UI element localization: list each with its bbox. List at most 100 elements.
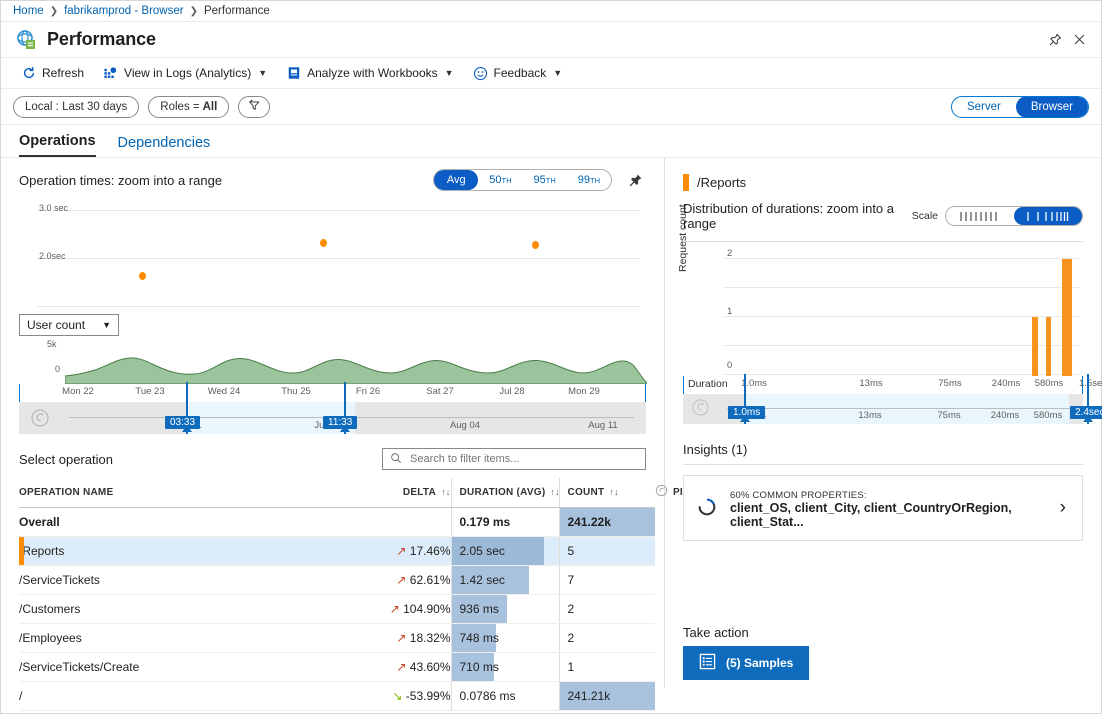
- histogram-bar[interactable]: [1046, 317, 1051, 376]
- cell-duration: 710 ms: [451, 653, 559, 682]
- table-row[interactable]: / ↘ -53.99% 0.0786 ms 241.21k: [19, 682, 655, 711]
- scale-option-linear[interactable]: [946, 207, 1014, 225]
- samples-button[interactable]: (5) Samples: [683, 646, 809, 680]
- delta-up-icon: ↗: [396, 573, 406, 587]
- gridline: [723, 258, 1079, 259]
- tab-dependencies[interactable]: Dependencies: [118, 135, 211, 157]
- time-range-handle-right[interactable]: 11:33: [344, 382, 346, 434]
- table-header-row: OPERATION NAME DELTA↑↓ DURATION (AVG)↑↓ …: [19, 478, 655, 508]
- cell-duration-value: 0.0786 ms: [452, 689, 516, 703]
- percentile-option-50th[interactable]: 50TH: [478, 170, 522, 190]
- column-delta[interactable]: DELTA ↑↓: [349, 478, 451, 508]
- percentile-option-99th[interactable]: 99TH: [567, 170, 611, 190]
- scatter-point[interactable]: [532, 241, 539, 249]
- left-panel: Operation times: zoom into a range Avg 5…: [1, 158, 665, 688]
- duration-handle-left[interactable]: 1.0ms: [744, 374, 746, 424]
- time-range-pill[interactable]: Local : Last 30 days: [13, 96, 139, 118]
- time-range-handle-left[interactable]: 03:33: [186, 382, 188, 434]
- content-split: Operation times: zoom into a range Avg 5…: [1, 158, 1101, 688]
- table-row[interactable]: /Reports ↗ 17.46% 2.05 sec 5: [19, 537, 655, 566]
- operation-times-title: Operation times: zoom into a range: [19, 173, 222, 188]
- cell-count-value: 2: [560, 602, 575, 616]
- percentile-option-avg[interactable]: Avg: [434, 170, 478, 190]
- refresh-button[interactable]: Refresh: [13, 60, 92, 86]
- scatter-point[interactable]: [320, 239, 327, 247]
- close-icon[interactable]: [1067, 28, 1091, 52]
- cell-count-value: 1: [560, 660, 575, 674]
- performance-icon: [15, 29, 37, 51]
- add-filter-button[interactable]: [238, 96, 270, 118]
- p95-suffix: TH: [546, 176, 556, 185]
- duration-handle-right[interactable]: 2.4sec: [1087, 374, 1089, 424]
- column-delta-label: DELTA: [403, 487, 436, 498]
- reset-time-icon[interactable]: [31, 409, 49, 427]
- time-range-slider[interactable]: Jul 21 Jul 28 Aug 04 Aug 11 03:33 11:33: [19, 402, 646, 434]
- scale-option-log[interactable]: [1014, 207, 1082, 225]
- delta-up-icon: ↗: [390, 602, 400, 616]
- view-in-logs-button[interactable]: View in Logs (Analytics) ▼: [95, 60, 275, 86]
- cell-delta: ↗ 18.32%: [349, 624, 451, 653]
- select-operation-header: Select operation: [1, 434, 664, 478]
- cell-count: 1: [559, 653, 655, 682]
- scatter-point[interactable]: [139, 272, 146, 280]
- pin-icon[interactable]: [1043, 28, 1067, 52]
- percentile-option-95th[interactable]: 95TH: [523, 170, 567, 190]
- pin-chart-icon[interactable]: [624, 169, 646, 191]
- time-axis: Mon 22 Tue 23 Wed 24 Thu 25 Fri 26 Sat 2…: [19, 384, 646, 402]
- table-row[interactable]: /Employees ↗ 18.32% 748 ms 2: [19, 624, 655, 653]
- metric-select[interactable]: User count ▼: [19, 314, 119, 336]
- breadcrumb: Home ❯ fabrikamprod - Browser ❯ Performa…: [1, 1, 1101, 22]
- operation-times-scatter-chart[interactable]: 3.0 sec 2.0sec: [19, 202, 646, 314]
- time-handle-left-label: 03:33: [165, 416, 200, 429]
- scope-option-server[interactable]: Server: [952, 96, 1016, 118]
- analyze-with-workbooks-button[interactable]: Analyze with Workbooks ▼: [278, 60, 461, 86]
- column-operation-name[interactable]: OPERATION NAME: [19, 478, 349, 508]
- reset-duration-icon[interactable]: [692, 399, 709, 416]
- duration-range-selection[interactable]: [745, 394, 1069, 424]
- smiley-icon: [473, 66, 488, 81]
- table-row[interactable]: /Customers ↗ 104.90% 936 ms 2: [19, 595, 655, 624]
- roles-filter-pill[interactable]: Roles = All: [148, 96, 229, 118]
- distribution-title: Distribution of durations: zoom into a r…: [683, 201, 912, 231]
- analyze-with-workbooks-label: Analyze with Workbooks: [307, 66, 438, 80]
- page-title: Performance: [47, 29, 156, 50]
- insight-card[interactable]: 60% COMMON PROPERTIES: client_OS, client…: [683, 475, 1083, 541]
- feedback-button[interactable]: Feedback ▼: [465, 60, 571, 86]
- table-row[interactable]: /ServiceTickets/Create ↗ 43.60% 710 ms 1: [19, 653, 655, 682]
- insights-title: Insights (1): [665, 424, 1101, 464]
- ytick-0: 0: [727, 360, 732, 371]
- linear-ticks-icon: [958, 211, 1002, 222]
- filter-search-box[interactable]: [382, 448, 646, 470]
- slider-tick: 13ms: [858, 410, 881, 421]
- table-row[interactable]: Overall 0.179 ms 241.22k: [19, 508, 655, 537]
- histogram-bar[interactable]: [1032, 317, 1038, 376]
- duration-range-slider[interactable]: 1.0ms 13ms 75ms 240ms 580ms 1.5sec 1.0ms…: [683, 394, 1083, 424]
- logs-icon: [103, 66, 118, 81]
- xtick: Mon 29: [568, 386, 600, 397]
- sort-icon[interactable]: ↑↓: [609, 487, 619, 497]
- chevron-right-icon[interactable]: ›: [1060, 497, 1070, 519]
- slider-tick: 240ms: [991, 410, 1020, 421]
- column-count[interactable]: COUNT↑↓: [559, 478, 655, 508]
- sort-icon[interactable]: ↑↓: [441, 487, 451, 497]
- cell-duration: 1.42 sec: [451, 566, 559, 595]
- scope-option-browser[interactable]: Browser: [1016, 96, 1088, 118]
- chevron-down-icon: ▼: [258, 68, 267, 78]
- cell-duration-value: 2.05 sec: [452, 544, 505, 558]
- right-panel: /Reports Distribution of durations: zoom…: [665, 158, 1101, 688]
- search-input[interactable]: [408, 452, 638, 466]
- histogram-bar[interactable]: [1062, 259, 1072, 376]
- time-range-label: Local : Last 30 days: [25, 101, 127, 113]
- tab-operations[interactable]: Operations: [19, 133, 96, 157]
- operations-table-body: Overall 0.179 ms 241.22k /Reports: [19, 508, 655, 711]
- p50-value: 50: [489, 174, 501, 186]
- user-count-area[interactable]: [65, 332, 647, 384]
- breadcrumb-home[interactable]: Home: [13, 5, 44, 17]
- duration-distribution-chart[interactable]: Request count 2 1 0: [683, 246, 1083, 376]
- column-duration-avg[interactable]: DURATION (AVG)↑↓: [451, 478, 559, 508]
- roles-label: Roles =: [160, 101, 199, 113]
- sort-icon[interactable]: ↑↓: [550, 487, 560, 497]
- breadcrumb-resource[interactable]: fabrikamprod - Browser: [64, 5, 184, 17]
- table-row[interactable]: /ServiceTickets ↗ 62.61% 1.42 sec 7: [19, 566, 655, 595]
- xtick: 13ms: [859, 378, 882, 389]
